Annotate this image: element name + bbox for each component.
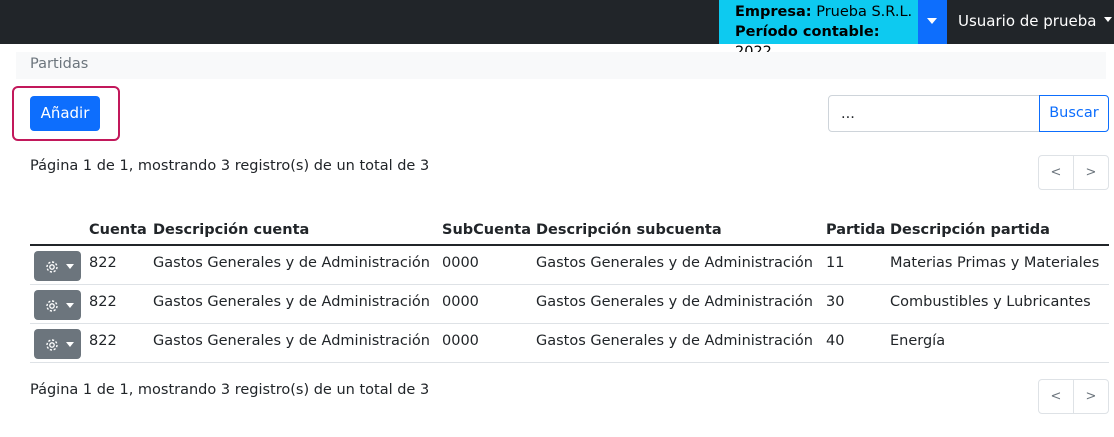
search-input[interactable] [828, 95, 1040, 132]
column-header-descripcion-partida: Descripción partida [890, 222, 1050, 238]
cell-subcuenta: 0000 [442, 333, 479, 349]
chevron-down-icon [927, 18, 937, 24]
user-menu[interactable]: Usuario de prueba [958, 0, 1113, 44]
gear-icon [46, 300, 58, 312]
pagination-bottom: < > [1038, 379, 1109, 414]
company-info: Empresa: Prueba S.R.L. Período contable:… [719, 0, 918, 60]
prev-page-button[interactable]: < [1039, 380, 1073, 413]
row-actions-button[interactable] [34, 329, 81, 359]
cell-cuenta: 822 [89, 255, 117, 271]
cell-cuenta: 822 [89, 294, 117, 310]
column-header-cuenta: Cuenta [89, 222, 147, 238]
row-actions-button[interactable] [34, 290, 81, 320]
breadcrumb: Partidas [16, 52, 1106, 79]
company-value: Prueba S.R.L. [816, 4, 913, 20]
cell-descripcion-cuenta: Gastos Generales y de Administración [153, 294, 430, 310]
top-navbar: Empresa: Prueba S.R.L. Período contable:… [0, 0, 1114, 60]
cell-subcuenta: 0000 [442, 294, 479, 310]
chevron-down-icon [66, 303, 74, 308]
table-row: 822 Gastos Generales y de Administración… [30, 246, 1109, 285]
prev-page-button[interactable]: < [1039, 156, 1073, 189]
partidas-table: Cuenta Descripción cuenta SubCuenta Desc… [30, 218, 1109, 363]
pagination-top: < > [1038, 155, 1109, 190]
chevron-down-icon [66, 342, 74, 347]
breadcrumb-item-partidas: Partidas [30, 56, 89, 72]
next-page-button[interactable]: > [1073, 156, 1108, 189]
cell-descripcion-subcuenta: Gastos Generales y de Administración [536, 333, 813, 349]
add-button[interactable]: Añadir [30, 96, 100, 131]
column-header-subcuenta: SubCuenta [442, 222, 531, 238]
cell-descripcion-partida: Energía [890, 333, 946, 349]
cell-partida: 11 [826, 255, 845, 271]
gear-icon [46, 339, 58, 351]
cell-subcuenta: 0000 [442, 255, 479, 271]
cell-descripcion-partida: Combustibles y Lubricantes [890, 294, 1091, 310]
cell-descripcion-cuenta: Gastos Generales y de Administración [153, 333, 430, 349]
cell-descripcion-partida: Materias Primas y Materiales [890, 255, 1100, 271]
cell-descripcion-cuenta: Gastos Generales y de Administración [153, 255, 430, 271]
cell-descripcion-subcuenta: Gastos Generales y de Administración [536, 294, 813, 310]
row-actions-button[interactable] [34, 251, 81, 281]
table-row: 822 Gastos Generales y de Administración… [30, 324, 1109, 363]
table-row: 822 Gastos Generales y de Administración… [30, 285, 1109, 324]
gear-icon [46, 261, 58, 273]
column-header-partida: Partida [826, 222, 886, 238]
chevron-down-icon [66, 264, 74, 269]
cell-cuenta: 822 [89, 333, 117, 349]
cell-descripcion-subcuenta: Gastos Generales y de Administración [536, 255, 813, 271]
period-label: Período contable: [735, 24, 880, 40]
pagination-info-bottom: Página 1 de 1, mostrando 3 registro(s) d… [30, 382, 430, 398]
column-header-descripcion-subcuenta: Descripción subcuenta [536, 222, 722, 238]
user-menu-label: Usuario de prueba [958, 12, 1097, 30]
chevron-down-icon [1104, 17, 1113, 22]
pagination-info-top: Página 1 de 1, mostrando 3 registro(s) d… [30, 158, 430, 174]
table-header: Cuenta Descripción cuenta SubCuenta Desc… [30, 218, 1109, 246]
next-page-button[interactable]: > [1073, 380, 1108, 413]
company-dropdown-toggle[interactable] [918, 0, 947, 44]
cell-partida: 40 [826, 333, 845, 349]
cell-partida: 30 [826, 294, 845, 310]
company-label: Empresa: [735, 4, 812, 20]
search-button[interactable]: Buscar [1039, 95, 1109, 132]
column-header-descripcion-cuenta: Descripción cuenta [153, 222, 310, 238]
